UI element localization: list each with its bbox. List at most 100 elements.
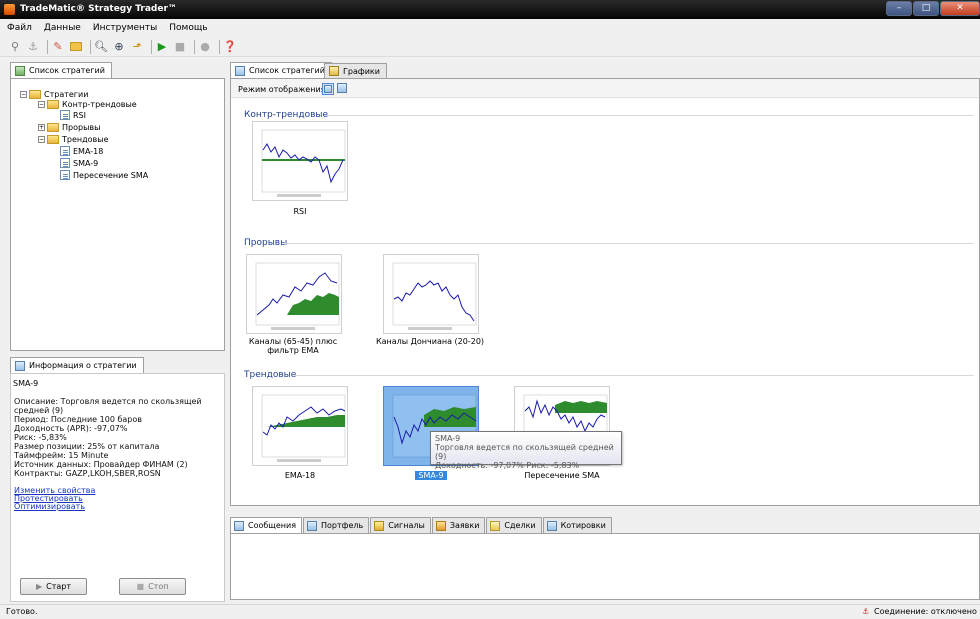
trades-icon	[490, 520, 501, 531]
thumbnail-view-button[interactable]	[322, 83, 334, 95]
export-icon[interactable]: ⬏	[130, 40, 144, 54]
toolbar-separator	[47, 39, 48, 54]
info-icon	[15, 360, 25, 371]
group-divider	[294, 375, 974, 376]
portfolio-icon	[307, 520, 318, 531]
status-text: Готово.	[6, 607, 38, 616]
strategy-icon	[60, 158, 70, 168]
status-bar: Готово. ⚓ Соединение: отключено	[0, 604, 980, 619]
tooltip-line: Торговля ведется по скользящей средней (…	[435, 443, 614, 461]
thumbnail-label: RSI	[293, 207, 307, 216]
strategy-thumbnail-donchian[interactable]	[383, 254, 479, 334]
thumbnail-label: SMA-9	[383, 471, 479, 480]
disconnect-icon[interactable]: ⚓	[26, 40, 40, 54]
tab-signals[interactable]: Сигналы	[370, 517, 431, 533]
play-icon: ▶	[35, 582, 43, 591]
tree-item-rsi[interactable]: RSI	[60, 109, 86, 121]
info-line: Период: Последние 100 баров	[14, 415, 142, 424]
tooltip-title: SMA-9	[435, 434, 461, 443]
grid-icon	[235, 65, 245, 76]
equity-chart	[261, 394, 346, 462]
list-icon	[337, 83, 347, 93]
bottom-tab-strip: Сообщения Портфель Сигналы Заявки Сделки…	[230, 517, 613, 533]
app-icon	[4, 4, 15, 15]
folder-icon	[47, 122, 59, 132]
tab-label: Список стратегий	[29, 66, 105, 75]
tree-group-counter-trend[interactable]: − Контр-трендовые	[38, 98, 137, 110]
tree-group-breakouts[interactable]: + Прорывы	[38, 121, 100, 133]
list-icon	[15, 65, 25, 76]
toolbar: ⚲ ⚓ ✎ 🔍︎ ⊕ ⬏ ▶ ■ ● ❓	[0, 37, 980, 57]
maximize-button[interactable]: □	[913, 1, 939, 16]
menu-tools[interactable]: Инструменты	[93, 23, 157, 33]
list-view-button[interactable]	[337, 83, 349, 95]
menu-file[interactable]: Файл	[7, 23, 32, 33]
messages-panel	[230, 533, 980, 600]
help-icon[interactable]: ❓	[223, 40, 237, 54]
optimize-link[interactable]: Оптимизировать	[14, 502, 85, 511]
menu-data[interactable]: Данные	[44, 23, 81, 33]
tab-strategy-list-left[interactable]: Список стратегий	[10, 62, 112, 78]
tab-portfolio[interactable]: Портфель	[303, 517, 370, 533]
strategy-thumbnail-rsi[interactable]	[252, 121, 348, 201]
tab-quotes[interactable]: Котировки	[542, 517, 612, 533]
toolbar-separator	[90, 39, 91, 54]
tab-strategy-info[interactable]: Информация о стратегии	[10, 357, 144, 373]
menu-bar: Файл Данные Инструменты Помощь	[0, 19, 980, 37]
orders-icon	[435, 520, 446, 531]
connect-icon[interactable]: ⚲	[8, 40, 22, 54]
view-mode-label: Режим отображения:	[238, 85, 329, 94]
signals-icon	[374, 520, 385, 531]
thumbnail-label: EMA-18	[284, 471, 316, 480]
window-title: TradeMatic® Strategy Trader™	[20, 4, 177, 14]
info-line: Источник данных: Провайдер ФИНАМ (2)	[14, 460, 188, 469]
strategy-icon	[60, 146, 70, 156]
group-divider	[324, 115, 974, 116]
tab-orders[interactable]: Заявки	[431, 517, 486, 533]
minimize-button[interactable]: –	[886, 1, 912, 16]
close-button[interactable]: ✕	[940, 1, 980, 16]
grid-icon	[324, 85, 332, 93]
strategy-thumbnail-ema-18[interactable]	[252, 386, 348, 466]
tree-item-ema-18[interactable]: EMA-18	[60, 145, 103, 157]
start-button[interactable]: ▶ Старт	[20, 578, 87, 595]
open-folder-icon[interactable]	[69, 40, 83, 54]
quotes-icon	[546, 520, 557, 531]
strategy-tree-panel	[10, 78, 225, 351]
tooltip-line: Доходность: -97,07% Риск: -5,83%	[435, 461, 580, 470]
menu-help[interactable]: Помощь	[169, 23, 207, 33]
search-icon[interactable]: 🔍︎	[94, 40, 108, 54]
stop-button[interactable]: ■ Стоп	[119, 578, 186, 595]
info-line: Риск: -5,83%	[14, 433, 67, 442]
play-icon[interactable]: ▶	[155, 40, 169, 54]
tree-item-sma-crossover[interactable]: Пересечение SMA	[60, 169, 148, 181]
tree-group-trend[interactable]: − Трендовые	[38, 133, 109, 145]
title-bar: TradeMatic® Strategy Trader™ – □ ✕	[0, 0, 980, 19]
zoom-icon[interactable]: ⊕	[112, 40, 126, 54]
record-icon[interactable]: ●	[198, 40, 212, 54]
info-line: Доходность (APR): -97,07%	[14, 424, 128, 433]
stop-icon: ■	[136, 582, 145, 591]
tree-item-sma-9[interactable]: SMA-9	[60, 157, 98, 169]
tab-charts[interactable]: Графики	[324, 63, 387, 78]
tab-strategy-list[interactable]: Список стратегий	[230, 62, 332, 78]
group-title-trend: Трендовые	[244, 370, 297, 380]
group-title-counter-trend: Контр-трендовые	[244, 110, 329, 120]
toolbar-separator	[151, 39, 152, 54]
tab-messages[interactable]: Сообщения	[230, 517, 303, 533]
toolbar-separator	[219, 39, 220, 54]
messages-icon	[234, 520, 244, 531]
tab-trades[interactable]: Сделки	[486, 517, 542, 533]
strategy-thumbnail-channels-ema[interactable]	[246, 254, 342, 334]
strategy-icon	[60, 170, 70, 180]
info-line: Описание: Торговля ведется по скользящей	[14, 397, 202, 406]
folder-icon	[47, 99, 59, 109]
equity-chart	[255, 262, 340, 330]
equity-chart	[392, 262, 477, 330]
selected-thumbnail-label: SMA-9	[415, 471, 447, 480]
wand-icon[interactable]: ✎	[51, 40, 65, 54]
connection-status: Соединение: отключено	[874, 607, 977, 616]
stop-icon[interactable]: ■	[173, 40, 187, 54]
thumbnail-label: Каналы Дончиана (20-20)	[375, 337, 485, 346]
info-line: Размер позиции: 25% от капитала	[14, 442, 160, 451]
